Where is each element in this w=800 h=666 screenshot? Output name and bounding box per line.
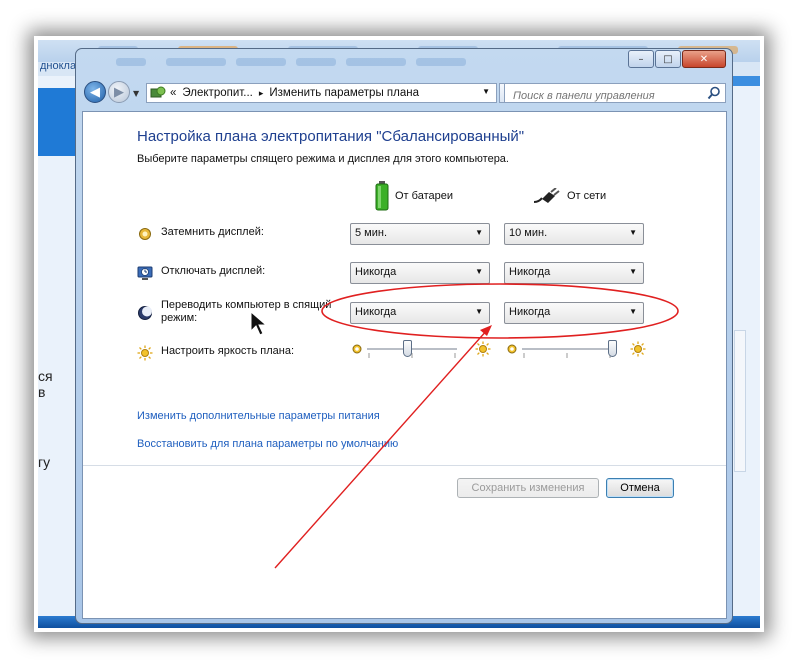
brightness-sun-icon	[137, 345, 153, 361]
sleep-row: Переводить компьютер в спящий режим:	[137, 299, 337, 325]
background-blue-strip	[730, 76, 760, 86]
plugged-column-label: От сети	[567, 190, 607, 202]
power-plug-icon	[533, 188, 560, 203]
brightness-plugged-slider[interactable]	[504, 339, 650, 359]
brightness-low-icon	[507, 344, 517, 354]
cancel-button[interactable]: Отмена	[606, 478, 674, 498]
sleep-label: Переводить компьютер в спящий режим:	[161, 299, 331, 325]
background-side-text: ся	[38, 368, 53, 384]
control-panel-icon	[150, 86, 166, 98]
chevron-down-icon: ▼	[629, 228, 637, 237]
background-side-text: в	[38, 384, 46, 400]
brightness-row: Настроить яркость плана:	[137, 345, 294, 361]
dim-display-icon	[139, 228, 151, 240]
address-bar[interactable]: « Электропит... ▸ Изменить параметры пла…	[146, 83, 497, 103]
slider-ticks	[523, 353, 611, 358]
chevron-down-icon: ▼	[475, 307, 483, 316]
advanced-power-settings-link[interactable]: Изменить дополнительные параметры питани…	[137, 410, 380, 422]
save-changes-button[interactable]: Сохранить изменения	[457, 478, 599, 498]
brightness-high-icon	[630, 341, 646, 357]
slider-track	[367, 348, 457, 351]
sleep-battery-value: Никогда	[355, 306, 397, 318]
dim-display-plugged-value: 10 мин.	[509, 227, 548, 239]
chevron-down-icon: ▼	[475, 228, 483, 237]
brightness-battery-thumb[interactable]	[403, 340, 412, 357]
page-title: Настройка плана электропитания "Сбаланси…	[137, 128, 525, 145]
window-controls: – □ ✕	[627, 50, 726, 68]
sleep-battery-select[interactable]: Никогда ▼	[350, 302, 490, 324]
chevron-down-icon: ▼	[475, 267, 483, 276]
back-button[interactable]: ◀	[84, 81, 106, 103]
breadcrumb-edit-plan[interactable]: Изменить параметры плана	[269, 87, 419, 99]
sleep-label-line1: Переводить компьютер в спящий	[161, 299, 332, 311]
background-side-text: гу	[38, 454, 51, 470]
search-icon[interactable]	[707, 86, 721, 100]
mouse-cursor-icon	[250, 311, 268, 336]
forward-button[interactable]: ▶	[108, 81, 130, 103]
address-overflow[interactable]: «	[170, 87, 176, 99]
turn-off-display-label: Отключать дисплей:	[161, 265, 266, 277]
breadcrumb-separator-icon[interactable]: ▸	[259, 88, 264, 99]
brightness-battery-slider[interactable]	[349, 339, 495, 359]
sleep-plugged-value: Никогда	[509, 306, 551, 318]
content-pane: Настройка плана электропитания "Сбаланси…	[82, 111, 727, 619]
address-dropdown-icon[interactable]: ▼	[482, 87, 490, 96]
turn-off-display-row: Отключать дисплей:	[137, 265, 265, 281]
page-subtitle: Выберите параметры спящего режима и дисп…	[137, 153, 509, 165]
maximize-button[interactable]: □	[655, 50, 681, 68]
close-button[interactable]: ✕	[682, 50, 726, 68]
turn-off-display-battery-select[interactable]: Никогда ▼	[350, 262, 490, 284]
column-header-plugged: От сети	[533, 180, 606, 212]
breadcrumb-power-options[interactable]: Электропит...	[182, 87, 252, 99]
sleep-moon-icon	[138, 306, 152, 320]
brightness-low-icon	[352, 344, 362, 354]
navigation-bar: ◀ ▶ ▼ « Электропит... ▸ Изменить парамет…	[76, 79, 732, 107]
brightness-high-icon	[475, 341, 491, 357]
dim-display-battery-select[interactable]: 5 мин. ▼	[350, 223, 490, 245]
slider-ticks	[368, 353, 456, 358]
dim-display-row: Затемнить дисплей:	[137, 226, 264, 242]
background-blue-panel	[38, 88, 76, 156]
control-panel-window: – □ ✕ ◀ ▶ ▼ « Электропит... ▸ Изменить п…	[75, 48, 733, 624]
turn-off-display-plugged-select[interactable]: Никогда ▼	[504, 262, 644, 284]
display-off-icon	[137, 266, 153, 280]
battery-icon	[375, 181, 389, 211]
search-box[interactable]	[504, 83, 726, 105]
minimize-button[interactable]: –	[628, 50, 654, 68]
recent-pages-chevron-down-icon[interactable]: ▼	[133, 89, 139, 98]
sleep-label-line2: режим:	[161, 312, 198, 324]
chevron-down-icon: ▼	[629, 307, 637, 316]
column-header-battery: От батареи	[375, 180, 453, 212]
window-titlebar[interactable]: – □ ✕	[76, 49, 732, 77]
battery-column-label: От батареи	[395, 190, 453, 202]
dim-display-label: Затемнить дисплей:	[161, 226, 264, 238]
footer-divider	[83, 465, 726, 466]
background-right-panel	[734, 330, 746, 472]
dim-display-battery-value: 5 мин.	[355, 227, 388, 239]
brightness-label: Настроить яркость плана:	[161, 345, 294, 357]
brightness-plugged-thumb[interactable]	[607, 340, 617, 357]
turn-off-display-plugged-value: Никогда	[509, 266, 551, 278]
sleep-plugged-select[interactable]: Никогда ▼	[504, 302, 644, 324]
dim-display-plugged-select[interactable]: 10 мин. ▼	[504, 223, 644, 245]
restore-defaults-link[interactable]: Восстановить для плана параметры по умол…	[137, 438, 398, 450]
slider-track	[522, 348, 612, 351]
turn-off-display-battery-value: Никогда	[355, 266, 397, 278]
chevron-down-icon: ▼	[629, 267, 637, 276]
search-input[interactable]	[511, 87, 705, 105]
